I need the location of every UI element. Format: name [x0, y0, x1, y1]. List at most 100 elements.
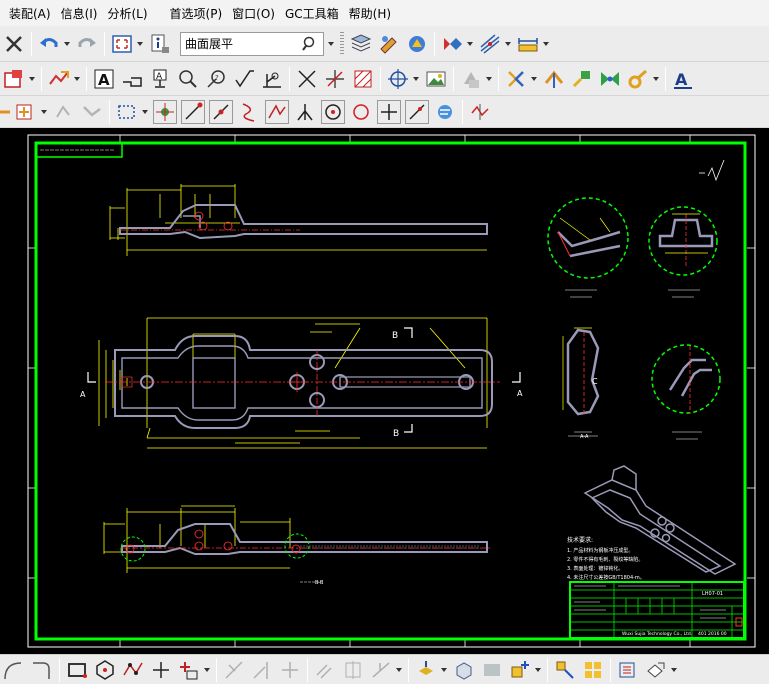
extrude-icon[interactable]: [414, 658, 438, 682]
mirror-assembly-icon[interactable]: [553, 658, 577, 682]
hatch-icon[interactable]: [351, 67, 375, 91]
snap-intersection-icon[interactable]: [265, 99, 289, 124]
centerline-icon[interactable]: ?: [204, 67, 228, 91]
snap-control-point-icon[interactable]: [237, 100, 261, 124]
snap-settings-icon[interactable]: [14, 100, 38, 124]
move-component-icon[interactable]: [542, 67, 566, 91]
selection-box-icon[interactable]: [115, 100, 139, 124]
base-view-dropdown[interactable]: [485, 68, 493, 90]
toolbar-grip[interactable]: [340, 31, 344, 56]
view-render-dropdown[interactable]: [466, 33, 474, 55]
fillet-icon[interactable]: [30, 658, 54, 682]
datum-feature-icon[interactable]: A: [148, 67, 172, 91]
offset-curve-icon[interactable]: [52, 100, 76, 124]
new-sheet-icon[interactable]: [2, 67, 26, 91]
trim-icon[interactable]: [222, 658, 246, 682]
reference-set-icon[interactable]: [616, 658, 640, 682]
grid-snap-dropdown[interactable]: [504, 33, 512, 55]
image-icon[interactable]: [424, 67, 448, 91]
snap-tangent-icon[interactable]: [293, 100, 317, 124]
note-text-icon[interactable]: A: [92, 67, 116, 91]
update-views-icon[interactable]: [47, 67, 71, 91]
offset-icon[interactable]: [313, 658, 337, 682]
trim-curve-icon[interactable]: [80, 100, 104, 124]
menu-gc-toolbox[interactable]: GC工具箱: [280, 5, 344, 22]
point-set-icon[interactable]: [177, 658, 201, 682]
selection-dropdown[interactable]: [141, 101, 149, 123]
menu-assembly[interactable]: 装配(A): [4, 5, 56, 22]
redo-icon[interactable]: [75, 32, 99, 56]
search-icon[interactable]: [301, 35, 319, 53]
measure-dropdown[interactable]: [542, 33, 550, 55]
zoom-icon[interactable]: [176, 67, 200, 91]
view-render-icon[interactable]: [440, 32, 464, 56]
join-icon[interactable]: [278, 658, 302, 682]
measure-distance-icon[interactable]: [516, 32, 540, 56]
add-to-assembly-icon[interactable]: [508, 658, 532, 682]
undo-dropdown[interactable]: [63, 33, 71, 55]
snap-existing-point-icon[interactable]: [377, 99, 401, 124]
point-icon[interactable]: [149, 658, 173, 682]
snap-arc-center-icon[interactable]: [321, 99, 345, 124]
surface-finish-icon[interactable]: [232, 67, 256, 91]
snap-point-icon[interactable]: [0, 100, 10, 124]
studio-spline-icon[interactable]: [121, 658, 145, 682]
new-sheet-dropdown[interactable]: [28, 68, 36, 90]
menu-help[interactable]: 帮助(H): [344, 5, 396, 22]
edit-object-display-icon[interactable]: [377, 32, 401, 56]
target-point-icon[interactable]: [323, 67, 347, 91]
menu-analysis[interactable]: 分析(L): [102, 5, 152, 22]
snap-quadrant-icon[interactable]: [349, 100, 373, 124]
polygon-icon[interactable]: [93, 658, 117, 682]
snap-bounded-icon[interactable]: [468, 100, 492, 124]
point-dropdown[interactable]: [203, 659, 211, 681]
extrude-dropdown[interactable]: [440, 659, 448, 681]
fit-view-dropdown[interactable]: [136, 33, 144, 55]
assembly-dropdown[interactable]: [534, 659, 542, 681]
undo-icon[interactable]: [37, 32, 61, 56]
split-icon[interactable]: [341, 658, 365, 682]
mate-icon[interactable]: [598, 67, 622, 91]
info-icon[interactable]: [148, 32, 172, 56]
snap-point-on-face-icon[interactable]: [433, 100, 457, 124]
rectangle-icon[interactable]: [65, 658, 89, 682]
menu-preferences[interactable]: 首选项(P): [165, 5, 228, 22]
weld-symbol-icon[interactable]: [260, 67, 284, 91]
add-component-icon[interactable]: [570, 67, 594, 91]
menu-window[interactable]: 窗口(O): [227, 5, 280, 22]
fit-view-icon[interactable]: [110, 32, 134, 56]
explode-dropdown[interactable]: [652, 68, 660, 90]
material-icon[interactable]: [405, 32, 429, 56]
block-icon[interactable]: [452, 658, 476, 682]
command-search-input[interactable]: 曲面展平: [180, 31, 324, 56]
arc-icon[interactable]: [2, 658, 26, 682]
origin-tool-icon[interactable]: [386, 67, 410, 91]
snap-all-icon[interactable]: [153, 99, 177, 124]
assembly-constraint-dropdown[interactable]: [530, 68, 538, 90]
project-icon[interactable]: [369, 658, 393, 682]
command-search-dropdown[interactable]: [327, 33, 335, 55]
text-style-icon[interactable]: A: [671, 67, 695, 91]
base-view-icon[interactable]: [459, 67, 483, 91]
explode-view-icon[interactable]: [626, 67, 650, 91]
update-views-dropdown[interactable]: [73, 68, 81, 90]
origin-dropdown[interactable]: [412, 68, 420, 90]
snap-endpoint-icon[interactable]: [181, 99, 205, 124]
assembly-constraint-icon[interactable]: [504, 67, 528, 91]
extend-icon[interactable]: [250, 658, 274, 682]
wave-link-icon[interactable]: [644, 658, 668, 682]
layers-icon[interactable]: [349, 32, 373, 56]
feature-control-frame-icon[interactable]: [120, 67, 144, 91]
grid-snap-icon[interactable]: [478, 32, 502, 56]
pattern-component-icon[interactable]: [581, 658, 605, 682]
edit-curve-dropdown[interactable]: [395, 659, 403, 681]
snap-settings-dropdown[interactable]: [40, 101, 48, 123]
intersection-symbol-icon[interactable]: [295, 67, 319, 91]
drawing-canvas[interactable]: B B A A C A-A B-B 技术要求: 1. 产品材料为钢板冲压成型。 …: [0, 128, 769, 654]
wave-dropdown[interactable]: [670, 659, 678, 681]
close-icon[interactable]: [2, 32, 26, 56]
subtract-icon[interactable]: [480, 658, 504, 682]
menu-info[interactable]: 信息(I): [56, 5, 103, 22]
snap-midpoint-icon[interactable]: [209, 99, 233, 124]
snap-point-on-curve-icon[interactable]: [405, 99, 429, 124]
